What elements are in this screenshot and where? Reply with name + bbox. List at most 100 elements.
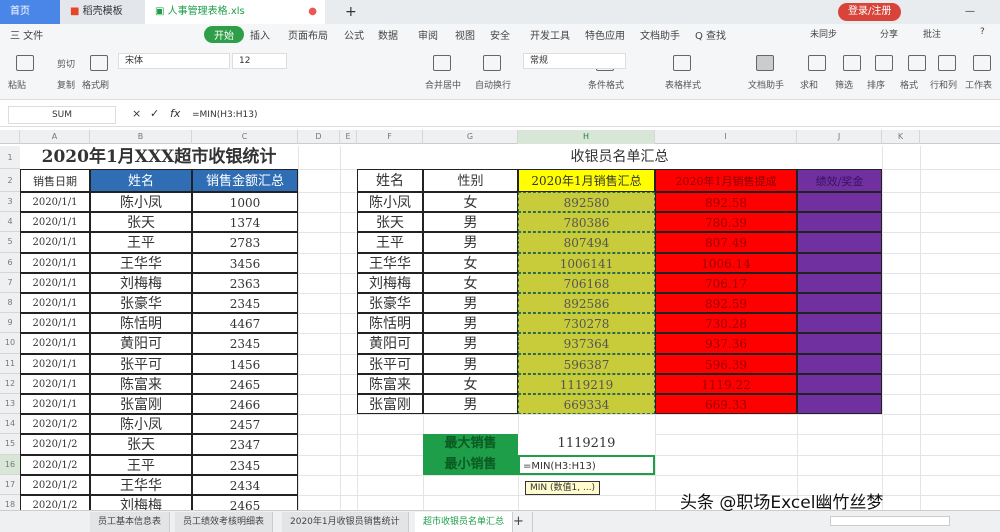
new-tab-button[interactable]: + <box>335 0 357 24</box>
number-format-select[interactable]: 常规 <box>523 53 626 69</box>
column-header-K[interactable]: K <box>882 130 920 144</box>
column-header-J[interactable]: J <box>797 130 882 144</box>
menu-5[interactable]: 审阅 <box>418 27 438 42</box>
row-header-4[interactable]: 4 <box>0 212 20 233</box>
row-header-1[interactable]: 1 <box>0 146 20 169</box>
font-select[interactable]: 宋体 <box>118 53 230 69</box>
column-header-I[interactable]: I <box>655 130 797 144</box>
formula-input[interactable]: =MIN(H3:H13) <box>192 106 992 124</box>
cut-button[interactable]: 剪切 <box>57 57 75 70</box>
row-header-13[interactable]: 13 <box>0 394 20 415</box>
menu-right-2[interactable]: 批注 <box>923 27 941 40</box>
doc-helper-button[interactable]: 文档助手 <box>748 78 784 91</box>
conditional-format-button[interactable]: 条件格式 <box>588 78 624 91</box>
column-header-E[interactable]: E <box>340 130 357 144</box>
login-button[interactable]: 登录/注册 <box>838 3 902 21</box>
column-header-G[interactable]: G <box>423 130 518 144</box>
menu-1[interactable]: 插入 <box>250 27 270 42</box>
menu-7[interactable]: 安全 <box>490 27 510 42</box>
row-header-16[interactable]: 16 <box>0 454 20 475</box>
menu-9[interactable]: 特色应用 <box>585 27 625 42</box>
sales-total[interactable]: 807494 <box>518 232 655 253</box>
row-header-10[interactable]: 10 <box>0 333 20 354</box>
format-button[interactable]: 格式 <box>900 78 918 91</box>
merge-button[interactable]: 合并居中 <box>425 78 461 91</box>
table-style-button[interactable]: 表格样式 <box>665 78 701 91</box>
menu-10[interactable]: 文档助手 <box>640 27 680 42</box>
select-all[interactable] <box>0 130 20 144</box>
file-menu[interactable]: 三 文件 <box>10 27 43 42</box>
tab-active-workbook[interactable]: ▣ 人事管理表格.xls ● <box>145 0 325 24</box>
confirm-icon[interactable]: ✓ <box>150 107 159 120</box>
wrap-button[interactable]: 自动换行 <box>475 78 511 91</box>
sales-total[interactable]: 892586 <box>518 293 655 314</box>
sales-total[interactable]: 1119219 <box>518 373 655 394</box>
filter-button[interactable]: 筛选 <box>835 78 853 91</box>
row-header-17[interactable]: 17 <box>0 474 20 495</box>
sales-total[interactable]: 892580 <box>518 192 655 213</box>
bonus-cell <box>797 192 882 213</box>
cancel-icon[interactable]: × <box>132 107 141 120</box>
row-header-7[interactable]: 7 <box>0 272 20 293</box>
menu-right-1[interactable]: 分享 <box>880 27 898 40</box>
sales-total[interactable]: 669334 <box>518 394 655 415</box>
min-sales-input[interactable]: =MIN(H3:H13) <box>518 454 655 475</box>
menu-8[interactable]: 开发工具 <box>530 27 570 42</box>
paste-button[interactable]: 粘贴 <box>8 78 26 91</box>
column-header-B[interactable]: B <box>90 130 192 144</box>
sheet-tab-1[interactable]: 员工绩效考核明细表 <box>175 512 274 532</box>
menu-right-3[interactable]: ? <box>980 27 985 37</box>
menu-4[interactable]: 数据 <box>378 27 398 42</box>
row-header-11[interactable]: 11 <box>0 353 20 374</box>
row-header-15[interactable]: 15 <box>0 434 20 455</box>
menu-2[interactable]: 页面布局 <box>288 27 328 42</box>
worksheet-button[interactable]: 工作表 <box>965 78 992 91</box>
fx-icon[interactable]: fx <box>170 107 180 120</box>
menu-6[interactable]: 视图 <box>455 27 475 42</box>
left-table-cell: 2020/1/1 <box>20 333 90 354</box>
column-header-F[interactable]: F <box>357 130 423 144</box>
row-header-3[interactable]: 3 <box>0 192 20 213</box>
row-header-9[interactable]: 9 <box>0 313 20 334</box>
tab-docer[interactable]: ■ 稻壳模板 <box>60 0 145 24</box>
column-header-H[interactable]: H <box>518 130 655 144</box>
row-header-5[interactable]: 5 <box>0 232 20 253</box>
menu-right-0[interactable]: 未同步 <box>810 27 837 40</box>
horizontal-scrollbar[interactable] <box>830 516 950 526</box>
sales-total[interactable]: 780386 <box>518 212 655 233</box>
column-header-C[interactable]: C <box>192 130 298 144</box>
sort-button[interactable]: 排序 <box>867 78 885 91</box>
column-header-D[interactable]: D <box>298 130 340 144</box>
name-box[interactable]: SUM <box>8 106 116 124</box>
sales-total[interactable]: 1006141 <box>518 252 655 273</box>
row-header-6[interactable]: 6 <box>0 252 20 273</box>
row-header-8[interactable]: 8 <box>0 293 20 314</box>
row-header-14[interactable]: 14 <box>0 414 20 435</box>
row-col-button[interactable]: 行和列 <box>930 78 957 91</box>
sales-total[interactable]: 730278 <box>518 313 655 334</box>
font-size-select[interactable]: 12 <box>232 53 287 69</box>
sales-total[interactable]: 706168 <box>518 272 655 293</box>
menu-0[interactable]: 开始 <box>204 26 244 43</box>
sort-icon <box>875 55 893 71</box>
menu-3[interactable]: 公式 <box>344 27 364 42</box>
minimize-button[interactable]: — <box>955 0 975 24</box>
column-header-A[interactable]: A <box>20 130 90 144</box>
format-painter-button[interactable]: 格式刷 <box>82 78 109 91</box>
tab-home[interactable]: 首页 <box>0 0 60 24</box>
add-sheet-button[interactable]: + <box>505 512 533 532</box>
min-sales-label: 最小销售 <box>423 454 518 475</box>
max-sales-value: 1119219 <box>518 434 655 455</box>
copy-button[interactable]: 复制 <box>57 78 75 91</box>
row-header-2[interactable]: 2 <box>0 169 20 192</box>
sum-button[interactable]: 求和 <box>800 78 818 91</box>
sheet-tab-0[interactable]: 员工基本信息表 <box>90 512 171 532</box>
row-header-12[interactable]: 12 <box>0 373 20 394</box>
sales-total[interactable]: 596387 <box>518 353 655 374</box>
menu-11[interactable]: Q 查找 <box>695 27 726 42</box>
bonus-cell <box>797 293 882 314</box>
sheet-tab-2[interactable]: 2020年1月收银员销售统计 <box>282 512 409 532</box>
close-tab-icon[interactable]: ● <box>308 0 317 24</box>
sales-total[interactable]: 937364 <box>518 333 655 354</box>
sheet-tab-3[interactable]: 超市收银员名单汇总 <box>415 512 514 532</box>
